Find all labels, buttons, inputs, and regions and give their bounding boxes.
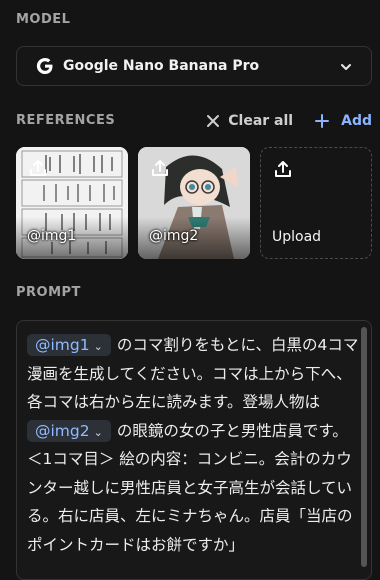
reference-tile-img1[interactable]: @img1 xyxy=(16,147,128,259)
upload-icon xyxy=(30,160,46,176)
prompt-text: @img1 ⌄ のコマ割りをもとに、白黒の4コマ漫画を生成してください。コマは上から… xyxy=(27,331,359,559)
close-icon xyxy=(207,115,220,127)
upload-icon xyxy=(152,160,168,176)
reference-chip-img2[interactable]: @img2 ⌄ xyxy=(27,419,111,442)
reference-actions: Clear all Add xyxy=(206,110,372,132)
upload-icon xyxy=(275,161,291,177)
chevron-down-icon: ⌄ xyxy=(93,425,103,439)
chevron-down-icon: ⌄ xyxy=(93,340,103,353)
tile-caption: @img1 xyxy=(27,228,77,244)
model-select[interactable]: Google Nano Banana Pro xyxy=(16,46,372,86)
prompt-section-label: PROMPT xyxy=(16,285,81,300)
scrollbar-thumb[interactable] xyxy=(361,327,367,567)
chevron-down-icon xyxy=(341,64,351,70)
chip-label: @img1 xyxy=(35,336,90,354)
clear-all-label: Clear all xyxy=(228,113,294,129)
add-label: Add xyxy=(341,113,372,129)
add-reference-button[interactable]: Add xyxy=(315,113,372,129)
tile-caption: @img2 xyxy=(149,228,199,244)
upload-label: Upload xyxy=(272,229,322,245)
prompt-textarea[interactable]: @img1 ⌄ のコマ割りをもとに、白黒の4コマ漫画を生成してください。コマは上から… xyxy=(16,320,372,580)
chip-label: @img2 xyxy=(35,421,90,440)
clear-all-button[interactable]: Clear all xyxy=(206,113,293,129)
upload-tile[interactable]: Upload xyxy=(260,147,372,259)
reference-chip-img1[interactable]: @img1 ⌄ xyxy=(27,334,111,356)
reference-tile-img2[interactable]: @img2 xyxy=(138,147,250,259)
model-name: Google Nano Banana Pro xyxy=(63,58,260,74)
model-section-label: MODEL xyxy=(16,12,71,27)
references-section-label: REFERENCES xyxy=(16,113,116,128)
plus-icon xyxy=(315,114,330,128)
google-g-icon xyxy=(36,57,54,75)
